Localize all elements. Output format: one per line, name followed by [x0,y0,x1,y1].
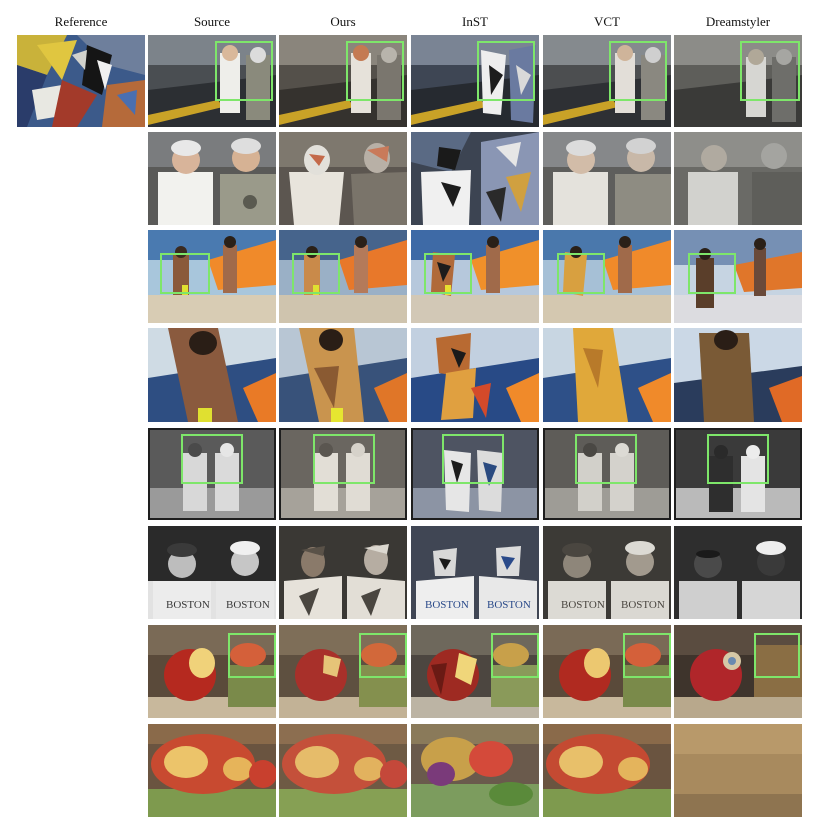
inst-workers-crop [411,132,539,225]
vct-workers-crop [543,132,671,225]
highlight-box [623,633,671,678]
inst-baseball-crop: BOSTON BOSTON [411,526,539,619]
column-header-vct: VCT [594,14,620,29]
highlight-box [228,633,276,678]
ours-baseball-crop [279,526,407,619]
highlight-box [181,434,243,484]
dreamstyler-baseball-crop [674,526,802,619]
highlight-box [609,41,667,101]
vct-apple-crop [543,724,671,817]
ours-apple-crop [279,724,407,817]
highlight-box [292,253,340,294]
highlight-box [160,253,210,294]
column-header-reference: Reference [54,14,108,29]
highlight-box [491,633,539,678]
source-baseball-crop: BOSTON BOSTON [148,526,276,619]
svg-text:BOSTON: BOSTON [487,599,531,611]
highlight-box [707,434,769,484]
highlight-box [688,253,736,294]
dreamstyler-workers-crop [674,132,802,225]
ours-surfers-crop [279,328,407,422]
svg-text:BOSTON: BOSTON [621,599,665,611]
inst-surfers-crop [411,328,539,422]
inst-apple-crop [411,724,539,817]
highlight-box [442,434,504,484]
highlight-box [477,41,535,101]
source-workers-crop [148,132,276,225]
svg-text:BOSTON: BOSTON [166,599,210,611]
column-header-inst: InST [462,14,488,29]
vct-surfers-crop [543,328,671,422]
source-surfers-crop [148,328,276,422]
svg-text:BOSTON: BOSTON [561,599,605,611]
highlight-box [740,41,800,101]
highlight-box [424,253,472,294]
svg-text:BOSTON: BOSTON [425,599,469,611]
reference-style-image [17,35,145,127]
highlight-box [215,41,273,101]
highlight-box [359,633,407,678]
vct-baseball-crop: BOSTON BOSTON [543,526,671,619]
highlight-box [313,434,375,484]
highlight-box [346,41,404,101]
svg-text:BOSTON: BOSTON [226,599,270,611]
dreamstyler-apple-crop [674,724,802,817]
ours-workers-crop [279,132,407,225]
highlight-box [754,633,800,678]
column-header-ours: Ours [330,14,356,29]
source-apple-crop [148,724,276,817]
highlight-box [575,434,637,484]
dreamstyler-surfers-crop [674,328,802,422]
column-header-dreamstyler: Dreamstyler [705,14,771,29]
column-header-source: Source [193,14,231,29]
highlight-box [557,253,605,294]
